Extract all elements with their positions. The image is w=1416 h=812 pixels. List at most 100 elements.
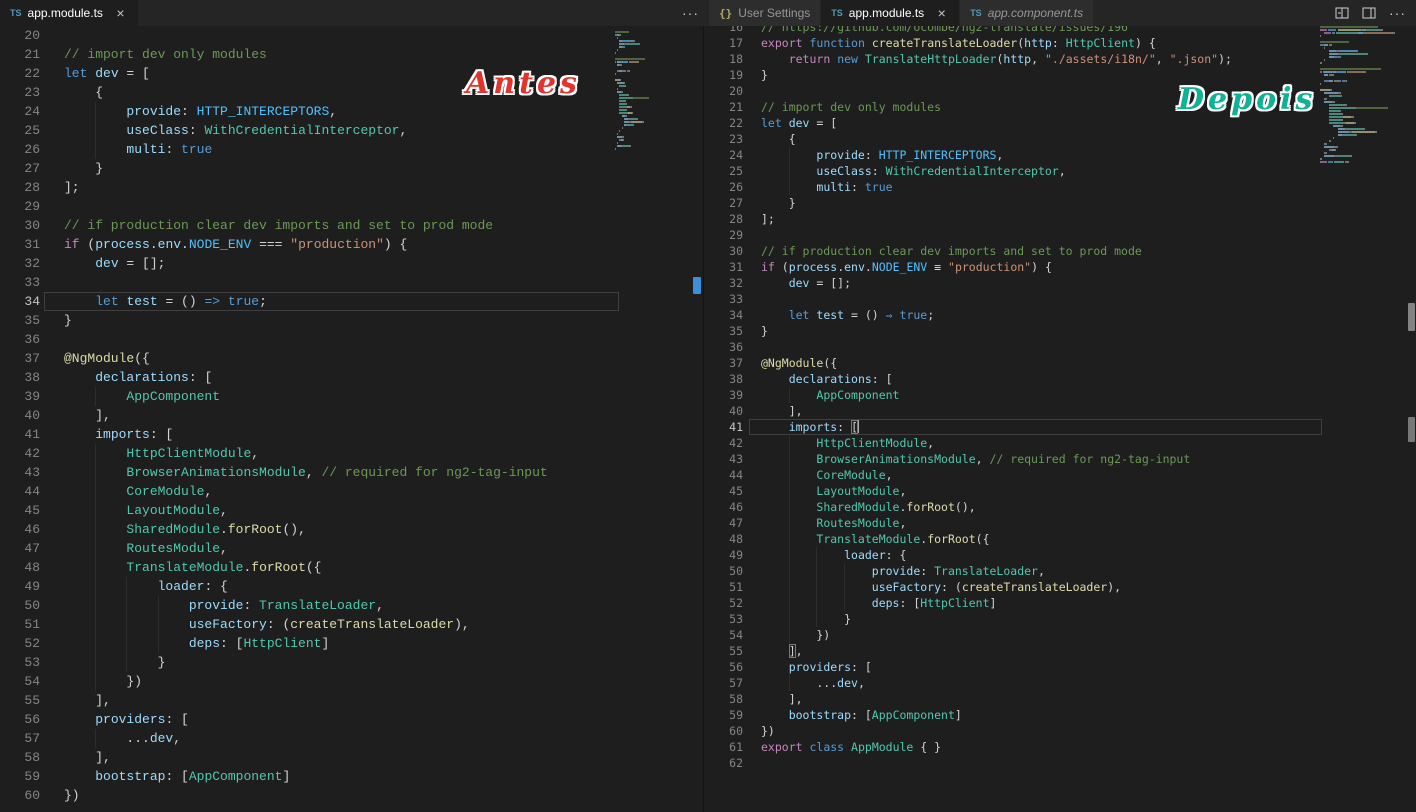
code-line[interactable]: 58 ], <box>0 748 703 767</box>
code-line[interactable]: 42 HttpClientModule, <box>0 444 703 463</box>
tab-app-module-ts-right[interactable]: TS app.module.ts × <box>821 0 961 26</box>
code-line[interactable]: 25 useClass: WithCredentialInterceptor, <box>0 121 703 140</box>
line-number[interactable]: 23 <box>709 131 743 147</box>
code-line[interactable]: 43 BrowserAnimationsModule, // required … <box>709 451 1416 467</box>
code-line[interactable]: 52 deps: [HttpClient] <box>709 595 1416 611</box>
line-number[interactable]: 20 <box>709 83 743 99</box>
code-line[interactable]: 47 RoutesModule, <box>0 539 703 558</box>
code-line[interactable]: 29 <box>709 227 1416 243</box>
line-number[interactable]: 52 <box>709 595 743 611</box>
line-number[interactable]: 62 <box>709 755 743 771</box>
line-number[interactable]: 55 <box>709 643 743 659</box>
code-line[interactable]: 47 RoutesModule, <box>709 515 1416 531</box>
line-number[interactable]: 50 <box>709 563 743 579</box>
line-number[interactable]: 51 <box>709 579 743 595</box>
code-line[interactable]: 53 } <box>0 653 703 672</box>
code-line[interactable]: 30 // if production clear dev imports and… <box>709 243 1416 259</box>
code-line[interactable]: 40 ], <box>0 406 703 425</box>
code-line[interactable]: 33 <box>0 273 703 292</box>
line-number[interactable]: 25 <box>0 121 40 140</box>
code-line[interactable]: 23 { <box>0 83 703 102</box>
line-number[interactable]: 45 <box>709 483 743 499</box>
line-number[interactable]: 32 <box>0 254 40 273</box>
line-number[interactable]: 36 <box>0 330 40 349</box>
more-actions-icon[interactable]: ··· <box>1389 5 1406 21</box>
code-line[interactable]: 31 if (process.env.NODE_ENV ≡ "production… <box>709 259 1416 275</box>
minimap[interactable] <box>1320 26 1408 167</box>
code-line[interactable]: 45 LayoutModule, <box>0 501 703 520</box>
line-number[interactable]: 25 <box>709 163 743 179</box>
line-number[interactable]: 28 <box>0 178 40 197</box>
code-line[interactable]: 45 LayoutModule, <box>709 483 1416 499</box>
code-line[interactable]: 32 dev = []; <box>709 275 1416 291</box>
code-line[interactable]: 39 AppComponent <box>709 387 1416 403</box>
line-number[interactable]: 38 <box>709 371 743 387</box>
line-number[interactable]: 57 <box>0 729 40 748</box>
line-number[interactable]: 42 <box>0 444 40 463</box>
line-number[interactable]: 21 <box>709 99 743 115</box>
code-line[interactable]: 35} <box>0 311 703 330</box>
line-number[interactable]: 29 <box>0 197 40 216</box>
code-line[interactable]: 27 } <box>0 159 703 178</box>
line-number[interactable]: 27 <box>709 195 743 211</box>
code-line[interactable]: 56 providers: [ <box>0 710 703 729</box>
code-line[interactable]: 17 export function createTranslateLoader(… <box>709 35 1416 51</box>
code-line[interactable]: 26 multi: true <box>0 140 703 159</box>
code-line[interactable]: 34 let test = () => true; <box>0 292 703 311</box>
code-line[interactable]: 51 useFactory: (createTranslateLoader), <box>0 615 703 634</box>
code-line[interactable]: 43 BrowserAnimationsModule, // required … <box>0 463 703 482</box>
code-line[interactable]: 49 loader: { <box>0 577 703 596</box>
code-line[interactable]: 41 imports: [ <box>709 419 1416 435</box>
line-number[interactable]: 49 <box>709 547 743 563</box>
code-line[interactable]: 44 CoreModule, <box>0 482 703 501</box>
line-number[interactable]: 56 <box>709 659 743 675</box>
line-number[interactable]: 20 <box>0 26 40 45</box>
line-number[interactable]: 46 <box>709 499 743 515</box>
code-line[interactable]: 54 }) <box>0 672 703 691</box>
line-number[interactable]: 22 <box>709 115 743 131</box>
code-line[interactable]: 56 providers: [ <box>709 659 1416 675</box>
line-number[interactable]: 46 <box>0 520 40 539</box>
code-line[interactable]: 60}) <box>0 786 703 805</box>
code-line[interactable]: 49 loader: { <box>709 547 1416 563</box>
line-number[interactable]: 35 <box>709 323 743 339</box>
code-line[interactable]: 62 <box>709 755 1416 771</box>
code-line[interactable]: 16 // https://github.com/ocombe/ng2-trans… <box>709 26 1416 35</box>
code-line[interactable]: 28]; <box>709 211 1416 227</box>
code-line[interactable]: 52 deps: [HttpClient] <box>0 634 703 653</box>
line-number[interactable]: 54 <box>0 672 40 691</box>
line-number[interactable]: 60 <box>0 786 40 805</box>
code-line[interactable]: 57 ...dev, <box>709 675 1416 691</box>
line-number[interactable]: 47 <box>709 515 743 531</box>
code-line[interactable]: 40 ], <box>709 403 1416 419</box>
line-number[interactable]: 44 <box>0 482 40 501</box>
line-number[interactable]: 41 <box>709 419 743 435</box>
tab-user-settings[interactable]: {} User Settings <box>709 0 822 26</box>
code-line[interactable]: 37 @NgModule({ <box>0 349 703 368</box>
line-number[interactable]: 30 <box>709 243 743 259</box>
code-line[interactable]: 37 @NgModule({ <box>709 355 1416 371</box>
code-line[interactable]: 46 SharedModule.forRoot(), <box>0 520 703 539</box>
code-area[interactable]: 16 // https://github.com/ocombe/ng2-trans… <box>709 26 1416 771</box>
line-number[interactable]: 31 <box>709 259 743 275</box>
line-number[interactable]: 34 <box>709 307 743 323</box>
line-number[interactable]: 24 <box>709 147 743 163</box>
line-number[interactable]: 22 <box>0 64 40 83</box>
line-number[interactable]: 31 <box>0 235 40 254</box>
code-line[interactable]: 48 TranslateModule.forRoot({ <box>0 558 703 577</box>
line-number[interactable]: 50 <box>0 596 40 615</box>
code-line[interactable]: 48 TranslateModule.forRoot({ <box>709 531 1416 547</box>
line-number[interactable]: 45 <box>0 501 40 520</box>
code-line[interactable]: 50 provide: TranslateLoader, <box>709 563 1416 579</box>
code-line[interactable]: 24 provide: HTTP_INTERCEPTORS, <box>709 147 1416 163</box>
line-number[interactable]: 48 <box>709 531 743 547</box>
line-number[interactable]: 43 <box>709 451 743 467</box>
code-line[interactable]: 32 dev = []; <box>0 254 703 273</box>
code-line[interactable]: 36 <box>709 339 1416 355</box>
code-line[interactable]: 54 }) <box>709 627 1416 643</box>
code-area[interactable]: 20 21 // import dev only modules 22 let dev … <box>0 26 703 805</box>
code-line[interactable]: 27 } <box>709 195 1416 211</box>
code-line[interactable]: 41 imports: [ <box>0 425 703 444</box>
line-number[interactable]: 58 <box>709 691 743 707</box>
line-number[interactable]: 39 <box>0 387 40 406</box>
